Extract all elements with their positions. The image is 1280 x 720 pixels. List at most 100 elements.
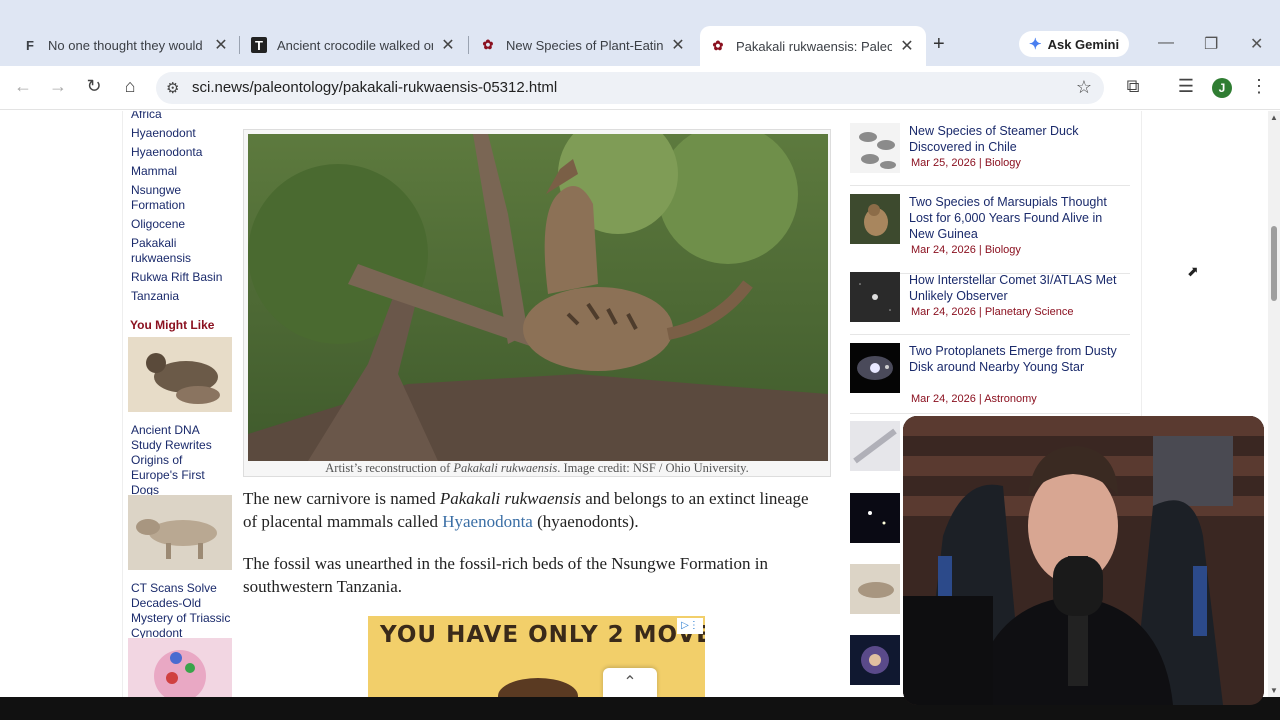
- restore-icon[interactable]: ❐: [1204, 34, 1218, 54]
- tab-4-title: Pakakali rukwaensis: Paleonto: [736, 38, 892, 54]
- category-link[interactable]: Biology: [985, 244, 1021, 256]
- related-thumbnail[interactable]: [850, 421, 900, 471]
- address-bar[interactable]: ⚙ sci.news/paleontology/pakakali-rukwaen…: [156, 72, 1104, 104]
- tag-link[interactable]: Hyaenodonta: [131, 145, 235, 160]
- related-article-title[interactable]: New Species of Steamer Duck Discovered i…: [909, 123, 1119, 155]
- hyaenodonta-link[interactable]: Hyaenodonta: [442, 512, 533, 531]
- tag-link[interactable]: Mammal: [131, 164, 235, 179]
- paragraph-1: The new carnivore is named Pakakali rukw…: [243, 489, 809, 531]
- you-might-like-item[interactable]: CT Scans Solve Decades-Old Mystery of Tr…: [128, 495, 232, 641]
- mouse-cursor-icon: ⬈: [1187, 263, 1199, 279]
- close-icon[interactable]: ✕: [212, 35, 230, 55]
- related-article[interactable]: How Interstellar Comet 3I/ATLAS Met Unli…: [850, 272, 1130, 335]
- ad-graphic: [498, 678, 578, 697]
- tab-divider: [239, 36, 240, 54]
- close-icon[interactable]: ✕: [439, 35, 457, 55]
- gemini-sparkle-icon: ✦: [1029, 36, 1042, 53]
- t-favicon-icon: T: [251, 37, 267, 53]
- new-tab-button[interactable]: +: [933, 33, 945, 56]
- home-icon[interactable]: ⌂: [119, 76, 141, 97]
- page-scrollbar[interactable]: ▲ ▼: [1268, 111, 1280, 697]
- bookmark-star-icon[interactable]: ☆: [1076, 77, 1092, 98]
- protoplanets-thumbnail[interactable]: [850, 343, 900, 393]
- dogs-thumbnail[interactable]: [128, 337, 232, 412]
- paw-favicon-icon: ✿: [712, 38, 724, 53]
- close-window-icon[interactable]: ✕: [1250, 34, 1263, 54]
- related-article-meta: Mar 25, 2026 | Biology: [911, 157, 1021, 169]
- related-article-title[interactable]: How Interstellar Comet 3I/ATLAS Met Unli…: [909, 272, 1119, 304]
- tag-link[interactable]: Nsungwe Formation: [131, 183, 235, 213]
- paragraph-2: The fossil was unearthed in the fossil-r…: [243, 554, 769, 596]
- site-info-icon[interactable]: ⚙: [166, 79, 179, 97]
- paw-favicon-icon: ✿: [482, 37, 494, 52]
- scroll-down-icon[interactable]: ▼: [1270, 686, 1278, 695]
- related-thumbnail[interactable]: [850, 635, 900, 685]
- adchoices-icon[interactable]: ▷⋮: [677, 618, 703, 634]
- reading-list-icon[interactable]: ☰: [1175, 76, 1197, 97]
- tab-3[interactable]: ✿ New Species of Plant-Eating D ✕: [470, 26, 697, 64]
- you-might-like-heading: You Might Like: [130, 318, 215, 332]
- category-link[interactable]: Astronomy: [984, 393, 1037, 405]
- you-might-like-item[interactable]: [128, 638, 232, 697]
- reload-icon[interactable]: ↻: [83, 76, 105, 97]
- close-icon[interactable]: ✕: [898, 36, 916, 56]
- related-article[interactable]: Two Protoplanets Emerge from Dusty Disk …: [850, 343, 1130, 414]
- related-thumbnail[interactable]: [850, 493, 900, 543]
- marsupial-thumbnail[interactable]: [850, 194, 900, 244]
- scroll-up-icon[interactable]: ▲: [1270, 113, 1278, 122]
- cynodont-thumbnail[interactable]: [128, 495, 232, 570]
- related-article-meta: Mar 24, 2026 | Astronomy: [911, 393, 1037, 405]
- tab-1[interactable]: F No one thought they would s ✕: [12, 26, 240, 64]
- steamer-duck-thumbnail[interactable]: [850, 123, 900, 173]
- tab-divider: [468, 36, 469, 54]
- forbes-favicon-icon: F: [26, 37, 34, 53]
- comet-thumbnail[interactable]: [850, 272, 900, 322]
- tag-link[interactable]: Hyaenodont: [131, 126, 235, 141]
- category-link[interactable]: Planetary Science: [985, 306, 1074, 318]
- figure-caption: Artist’s reconstruction of Pakakali rukw…: [325, 461, 749, 475]
- tab-2-title: Ancient crocodile walked on t: [277, 37, 433, 53]
- tag-link[interactable]: Rukwa Rift Basin: [131, 270, 235, 285]
- profile-avatar[interactable]: J: [1212, 78, 1232, 98]
- scroll-to-top-button[interactable]: ⌃: [603, 668, 657, 697]
- article-figure: Artist’s reconstruction of Pakakali rukw…: [243, 129, 831, 477]
- related-article[interactable]: Two Species of Marsupials Thought Lost f…: [850, 194, 1130, 274]
- close-icon[interactable]: ✕: [669, 35, 687, 55]
- related-article-title[interactable]: Two Species of Marsupials Thought Lost f…: [909, 194, 1119, 242]
- tag-link[interactable]: Tanzania: [131, 289, 235, 304]
- tab-1-title: No one thought they would s: [48, 37, 206, 53]
- minimize-icon[interactable]: —: [1158, 34, 1174, 52]
- browser-toolbar: ← → ↻ ⌂ ⚙ sci.news/paleontology/pakakali…: [0, 66, 1280, 110]
- back-arrow-icon[interactable]: ←: [12, 76, 34, 97]
- tag-link[interactable]: Pakakali rukwaensis: [131, 236, 235, 266]
- tab-2[interactable]: T Ancient crocodile walked on t ✕: [241, 26, 467, 64]
- menu-icon[interactable]: ⋮: [1248, 76, 1270, 97]
- ask-gemini-label: Ask Gemini: [1047, 36, 1120, 52]
- you-might-like-item[interactable]: Ancient DNA Study Rewrites Origins of Eu…: [128, 337, 232, 498]
- ad-headline[interactable]: YOU HAVE ONLY 2 MOVES: [380, 622, 705, 648]
- tag-link[interactable]: Oligocene: [131, 217, 235, 232]
- related-article[interactable]: New Species of Steamer Duck Discovered i…: [850, 123, 1130, 186]
- webcam-feed: [903, 416, 1264, 705]
- pakakali-illustration: [248, 134, 828, 461]
- left-sidebar: Africa Hyaenodont Hyaenodonta Mammal Nsu…: [122, 111, 234, 697]
- tab-strip: F No one thought they would s ✕ T Ancien…: [0, 0, 1280, 66]
- you-might-like-caption[interactable]: Ancient DNA Study Rewrites Origins of Eu…: [128, 423, 232, 498]
- you-might-like-caption[interactable]: CT Scans Solve Decades-Old Mystery of Tr…: [128, 581, 232, 641]
- tag-link[interactable]: Africa: [131, 111, 235, 122]
- related-article-meta: Mar 24, 2026 | Planetary Science: [911, 306, 1074, 318]
- molecule-thumbnail[interactable]: [128, 638, 232, 697]
- related-article-meta: Mar 24, 2026 | Biology: [911, 244, 1021, 256]
- url-text[interactable]: sci.news/paleontology/pakakali-rukwaensi…: [192, 79, 557, 96]
- related-thumbnail[interactable]: [850, 564, 900, 614]
- webcam-overlay: [903, 416, 1264, 705]
- tab-3-title: New Species of Plant-Eating D: [506, 37, 663, 53]
- related-article-title[interactable]: Two Protoplanets Emerge from Dusty Disk …: [909, 343, 1119, 375]
- ask-gemini-button[interactable]: ✦ Ask Gemini: [1019, 31, 1130, 57]
- category-link[interactable]: Biology: [985, 157, 1021, 169]
- scrollbar-thumb[interactable]: [1271, 226, 1277, 301]
- forward-arrow-icon[interactable]: →: [47, 76, 69, 97]
- tag-list: Africa Hyaenodont Hyaenodonta Mammal Nsu…: [131, 111, 235, 308]
- tab-4-active[interactable]: ✿ Pakakali rukwaensis: Paleonto ✕: [700, 26, 926, 66]
- cast-icon[interactable]: ⧉: [1122, 76, 1144, 97]
